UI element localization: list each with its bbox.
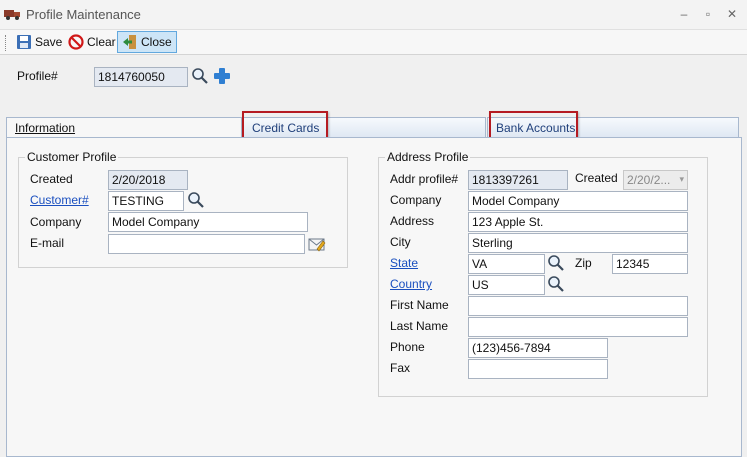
close-button[interactable]: Close <box>117 31 177 53</box>
credit-cards-highlight <box>242 111 328 140</box>
customer-company-field[interactable]: Model Company <box>108 212 308 232</box>
magnifier-icon <box>548 255 564 271</box>
truck-icon <box>4 10 20 20</box>
last-name-label: Last Name <box>390 319 449 333</box>
email-edit-icon <box>308 238 326 252</box>
state-field[interactable]: VA <box>468 254 545 274</box>
save-label: Save <box>35 35 63 49</box>
address-company-field[interactable]: Model Company <box>468 191 688 211</box>
address-profile-title: Address Profile <box>385 150 471 164</box>
phone-field[interactable]: (123)456-7894 <box>468 338 608 358</box>
customer-search-button[interactable] <box>186 190 206 210</box>
close-window-button[interactable]: ✕ <box>723 5 741 23</box>
address-label: Address <box>390 214 435 228</box>
window-title: Profile Maintenance <box>26 7 141 22</box>
magnifier-icon <box>188 192 204 208</box>
customer-number-field[interactable]: TESTING <box>108 191 184 211</box>
email-compose-button[interactable] <box>307 234 327 254</box>
floppy-disk-icon <box>17 35 31 49</box>
tab-information-label: Information <box>15 121 76 135</box>
zip-field[interactable]: 12345 <box>612 254 688 274</box>
clear-label: Clear <box>87 35 116 49</box>
tab-strip: Information Credit Cards Bank Accounts <box>6 117 742 138</box>
country-search-button[interactable] <box>546 274 566 294</box>
address-created-label: Created <box>575 171 618 185</box>
customer-company-label: Company <box>30 215 82 229</box>
profile-search-button[interactable] <box>190 66 210 86</box>
customer-number-link[interactable]: Customer# <box>30 193 89 207</box>
minimize-button[interactable]: – <box>675 5 693 23</box>
address-company-label: Company <box>390 193 442 207</box>
city-label: City <box>390 235 411 249</box>
exit-door-icon <box>123 35 136 49</box>
first-name-field[interactable] <box>468 296 688 316</box>
toolbar-grip <box>5 35 8 51</box>
customer-created-label: Created <box>30 172 73 186</box>
title-bar: Profile Maintenance – ▫ ✕ <box>0 0 747 30</box>
chevron-down-icon: ▾ <box>679 174 684 184</box>
customer-profile-title: Customer Profile <box>25 150 119 164</box>
bank-accounts-highlight <box>489 111 578 140</box>
fax-label: Fax <box>390 361 411 375</box>
country-field[interactable]: US <box>468 275 545 295</box>
no-entry-icon <box>68 34 84 50</box>
tab-information[interactable]: Information <box>6 117 242 138</box>
restore-button[interactable]: ▫ <box>699 5 717 23</box>
magnifier-icon <box>548 276 564 292</box>
last-name-field[interactable] <box>468 317 688 337</box>
profile-label: Profile# <box>17 69 58 83</box>
add-profile-button[interactable] <box>212 66 232 86</box>
phone-label: Phone <box>390 340 425 354</box>
clear-button[interactable]: Clear <box>64 31 120 53</box>
addr-profile-label: Addr profile# <box>390 172 459 186</box>
email-field[interactable] <box>108 234 305 254</box>
address-created-dropdown[interactable]: 2/20/2... ▾ <box>623 170 688 190</box>
addr-profile-field[interactable]: 1813397261 <box>468 170 568 190</box>
magnifier-icon <box>192 68 208 84</box>
fax-field[interactable] <box>468 359 608 379</box>
email-label: E-mail <box>30 236 65 250</box>
plus-icon <box>214 68 230 84</box>
address-field[interactable]: 123 Apple St. <box>468 212 688 232</box>
address-created-value: 2/20/2... <box>627 173 671 187</box>
customer-created-field[interactable]: 2/20/2018 <box>108 170 188 190</box>
toolbar: Save Clear Close <box>0 30 747 55</box>
profile-number-field[interactable]: 1814760050 <box>94 67 188 87</box>
first-name-label: First Name <box>390 298 449 312</box>
state-search-button[interactable] <box>546 253 566 273</box>
close-label: Close <box>141 35 172 49</box>
city-field[interactable]: Sterling <box>468 233 688 253</box>
state-link[interactable]: State <box>390 256 418 270</box>
zip-label: Zip <box>575 256 592 270</box>
country-link[interactable]: Country <box>390 277 432 291</box>
save-button[interactable]: Save <box>12 31 66 53</box>
